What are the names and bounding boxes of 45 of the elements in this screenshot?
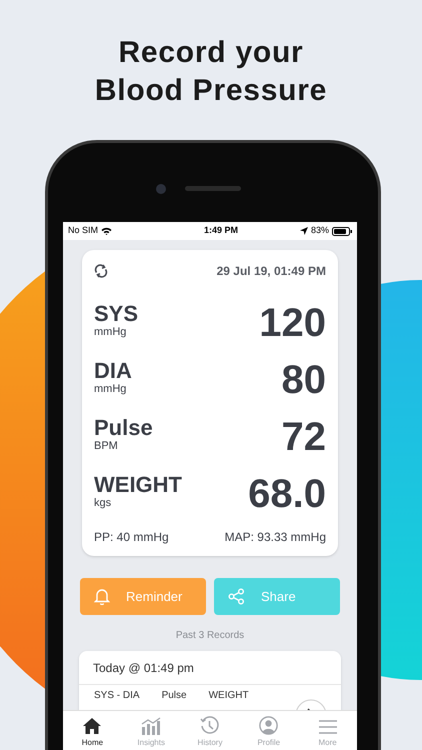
metric-value: 120 <box>259 300 326 347</box>
unit-text: BPM <box>94 440 119 453</box>
headline-text: Blood Pressure <box>94 73 328 109</box>
metric-value: 72 <box>282 414 326 461</box>
unit-text: mmHg <box>94 326 128 339</box>
unit-text: mmHg <box>94 383 128 396</box>
section-title: Past 3 Records <box>174 629 246 643</box>
camera-icon <box>156 184 166 194</box>
reminder-button[interactable]: Reminder <box>80 578 206 615</box>
metric-label: SYS <box>94 302 138 326</box>
history-icon <box>200 716 220 735</box>
pp-text: PP: 40 mmHg <box>94 529 169 546</box>
unit-text: kgs <box>94 497 112 510</box>
share-icon <box>228 588 245 605</box>
battery-icon <box>332 226 352 236</box>
time-text: 1:49 PM <box>204 224 238 238</box>
tab-item[interactable]: History <box>180 711 240 750</box>
bell-icon <box>94 588 110 605</box>
speaker-icon <box>185 186 241 191</box>
column-label: WEIGHT <box>208 690 249 702</box>
home-icon <box>82 717 102 735</box>
metric-value: 68.0 <box>248 471 326 518</box>
wifi-icon <box>101 227 112 235</box>
tab-item[interactable]: Home <box>63 711 122 750</box>
carrier-text: No SIM <box>68 224 98 238</box>
metric-label: DIA <box>94 359 132 383</box>
location-icon <box>300 227 308 235</box>
share-button[interactable]: Share <box>214 578 340 615</box>
profile-icon <box>259 716 278 735</box>
battery-text: 83% <box>310 224 329 238</box>
map-text: MAP: 93.33 mmHg <box>224 529 326 546</box>
record-title: Today @ 01:49 pm <box>79 651 341 685</box>
tab-item[interactable]: More <box>298 711 357 750</box>
metric-label: Pulse <box>94 416 153 440</box>
refresh-icon[interactable] <box>94 264 108 278</box>
metric-label: WEIGHT <box>94 473 182 497</box>
metric-value: 80 <box>282 357 326 404</box>
bar-chart-icon <box>141 717 162 735</box>
tab-item[interactable]: Insights <box>122 711 181 750</box>
menu-icon <box>318 719 338 735</box>
headline-text: Record your <box>118 35 304 71</box>
column-label: SYS - DIA <box>94 690 140 702</box>
column-label: Pulse <box>162 690 187 702</box>
timestamp-text: 29 Jul 19, 01:49 PM <box>216 263 326 280</box>
tab-item[interactable]: Profile <box>239 711 298 750</box>
